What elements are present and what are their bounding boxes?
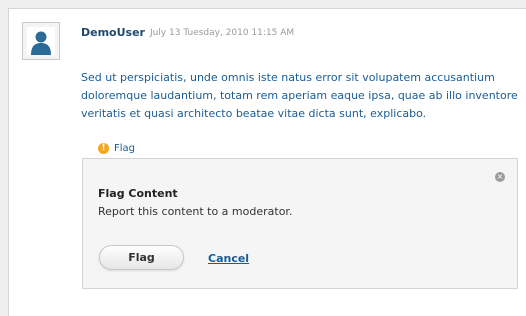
flag-link[interactable]: ! Flag xyxy=(98,143,135,154)
comment-card: DemoUser July 13 Tuesday, 2010 11:15 AM … xyxy=(8,8,526,316)
panel-description: Report this content to a moderator. xyxy=(98,205,293,218)
exclamation-circle-icon: ! xyxy=(98,143,109,154)
comment-timestamp: July 13 Tuesday, 2010 11:15 AM xyxy=(150,28,295,38)
panel-title: Flag Content xyxy=(98,187,178,200)
flag-button[interactable]: Flag xyxy=(99,245,184,270)
flag-link-label: Flag xyxy=(114,143,136,154)
comment-body: Sed ut perspiciatis, unde omnis iste nat… xyxy=(81,71,518,120)
flag-content-panel: × Flag Content Report this content to a … xyxy=(82,158,518,289)
avatar xyxy=(22,22,60,60)
cancel-link[interactable]: Cancel xyxy=(208,252,249,265)
comment-author[interactable]: DemoUser xyxy=(81,26,145,39)
default-user-avatar-icon xyxy=(27,27,55,55)
close-icon[interactable]: × xyxy=(495,172,505,182)
